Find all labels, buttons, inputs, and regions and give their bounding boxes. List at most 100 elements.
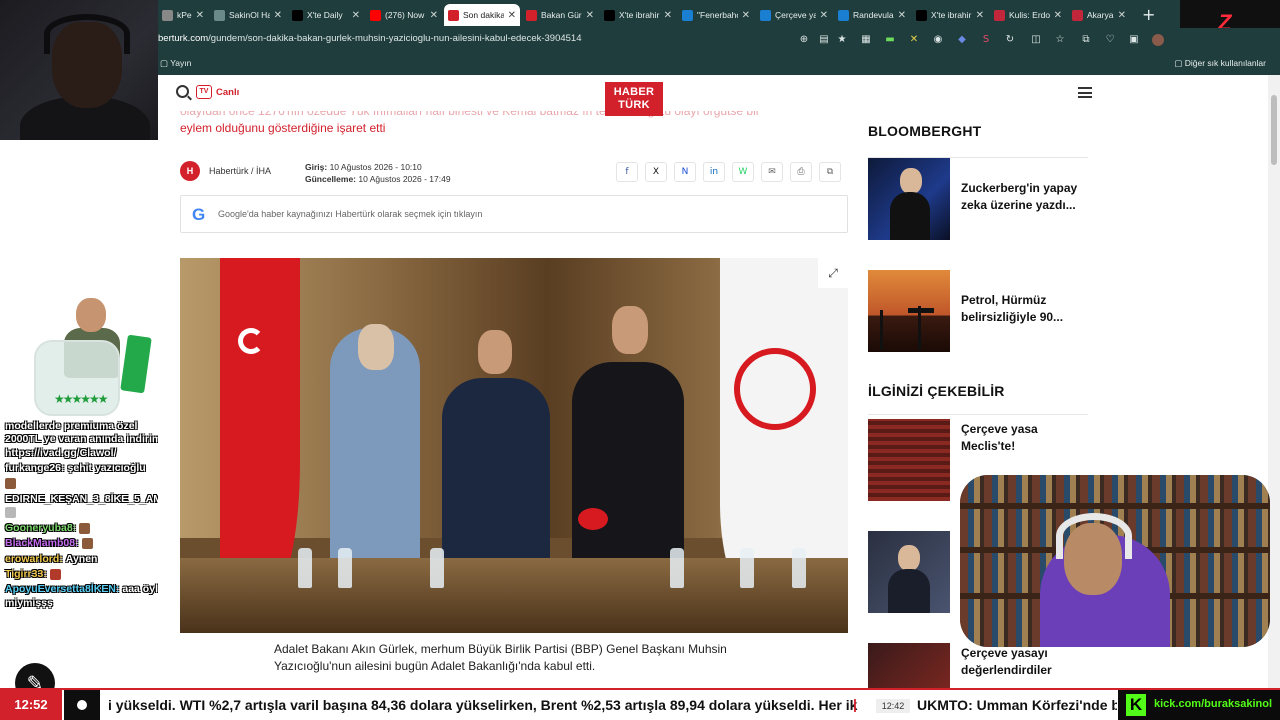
browser-tab-title: X'te ibrahir xyxy=(619,10,660,20)
chat-message: furkange26: şehit yazıcıoğlu xyxy=(5,462,175,475)
browser-tab-title: Son dakika xyxy=(463,10,504,20)
scrollbar-thumb[interactable] xyxy=(1271,95,1277,165)
copy-icon[interactable]: ⧉ xyxy=(819,162,841,182)
browser-tab[interactable]: SakinOl Ha ✕ xyxy=(210,4,286,26)
menu-icon[interactable] xyxy=(1078,87,1092,98)
google-icon: G xyxy=(192,205,206,224)
browser-address-bar[interactable]: berturk.com/gundem/son-dakika-bakan-gurl… xyxy=(158,28,1280,53)
browser-tab[interactable]: "Fenerbahç ✕ xyxy=(678,4,754,26)
close-tab-icon[interactable]: ✕ xyxy=(898,10,906,21)
reader-mode-icon[interactable]: ▤ xyxy=(818,34,830,46)
url-path: /gundem/son-dakika-bakan-gurlek-muhsin-y… xyxy=(208,33,582,44)
article-hero-image: ⤢ xyxy=(180,258,848,633)
extension-icon[interactable]: ▦ xyxy=(860,34,872,46)
live-dot-icon xyxy=(64,690,100,720)
logo-line-2: TÜRK xyxy=(618,99,650,111)
browser-tab[interactable]: Çerçeve ya ✕ xyxy=(756,4,832,26)
chat-text: şehit yazıcıoğlu xyxy=(67,462,146,475)
linkedin-icon[interactable]: in xyxy=(703,162,725,182)
close-tab-icon[interactable]: ✕ xyxy=(196,10,204,21)
close-tab-icon[interactable]: ✕ xyxy=(664,10,672,21)
google-source-text: Google'da haber kaynağınızı Habertürk ol… xyxy=(218,209,483,219)
search-icon[interactable] xyxy=(176,85,189,98)
haberturk-logo[interactable]: HABER TÜRK xyxy=(605,82,663,116)
favorite-star-icon[interactable]: ★ xyxy=(836,34,848,46)
mail-icon[interactable]: ✉ xyxy=(761,162,783,182)
close-tab-icon[interactable]: ✕ xyxy=(430,10,438,21)
tv-live-icon[interactable]: TV xyxy=(196,85,212,99)
section-title-bloomberght: BLOOMBERGHT xyxy=(868,123,982,139)
expand-image-icon[interactable]: ⤢ xyxy=(818,258,848,288)
chat-emote-icon xyxy=(5,478,16,490)
refresh-icon[interactable]: ↻ xyxy=(1004,34,1016,46)
sponsor-mascot-image: ★★★★★★ xyxy=(28,298,152,420)
close-tab-icon[interactable]: ✕ xyxy=(1118,10,1126,21)
google-source-banner[interactable]: G Google'da haber kaynağınızı Habertürk … xyxy=(180,195,848,233)
live-link[interactable]: Canlı xyxy=(216,87,239,98)
close-tab-icon[interactable]: ✕ xyxy=(820,10,828,21)
source-logo: H xyxy=(180,161,200,181)
bookmark-item[interactable]: ▢ Yayın xyxy=(160,58,191,69)
stream-chat: modellerde premiuma özel 2000TL ye varan… xyxy=(5,420,175,612)
article-paragraph: Adalet Bakanı Akın Gürlek, merhum Büyük … xyxy=(274,642,727,673)
close-tab-icon[interactable]: ✕ xyxy=(508,10,516,21)
section-title-related: İLGİNİZİ ÇEKEBİLİR xyxy=(868,383,1005,399)
news-card-title: Petrol, Hürmüz belirsizliğiyle 90... xyxy=(961,293,1064,324)
close-tab-icon[interactable]: ✕ xyxy=(352,10,360,21)
globe-icon xyxy=(214,9,225,21)
facebook-icon[interactable]: f xyxy=(616,162,638,182)
chat-message: ApoyuEversetta8İKEN: aaa öyle miymişşş xyxy=(5,583,175,610)
close-tab-icon[interactable]: ✕ xyxy=(742,10,750,21)
zoom-icon[interactable]: ⊕ xyxy=(798,34,810,46)
article-spot-text: eylem olduğunu gösterdiğine işaret etti xyxy=(180,121,386,135)
b-icon xyxy=(1072,9,1083,21)
print-icon[interactable]: ⎙ xyxy=(790,162,812,182)
chat-message: EDIRNE_KEŞAN_3_8İKE_5_AM: xyxy=(5,493,175,520)
split-screen-icon[interactable]: ◫ xyxy=(1030,34,1042,46)
close-tab-icon[interactable]: ✕ xyxy=(976,10,984,21)
browser-tab[interactable]: X'te Daily ✕ xyxy=(288,4,364,26)
other-favorites[interactable]: ▢ Diğer sık kullanılanlar xyxy=(1174,58,1266,69)
screen: ★★★★★★ modellerde premiuma özel 2000TL y… xyxy=(0,0,1280,720)
browser-tab[interactable]: Kulis: Erdo ✕ xyxy=(990,4,1066,26)
extension-circle-icon[interactable]: ◉ xyxy=(932,34,944,46)
browser-tab[interactable]: Akaryakıta ✕ xyxy=(1068,4,1130,26)
published-label: Giriş: xyxy=(305,162,328,172)
browser-tab-title: "Fenerbahç xyxy=(697,10,738,20)
extension-s-icon[interactable]: S xyxy=(980,34,992,46)
extension-green-icon[interactable]: ▬ xyxy=(884,34,896,46)
chat-username: Gooneryuba8: xyxy=(5,521,77,534)
news-card[interactable]: Çerçeve yasayı değerlendirdiler xyxy=(868,643,1088,688)
n-icon[interactable]: N xyxy=(674,162,696,182)
whatsapp-icon[interactable]: W xyxy=(732,162,754,182)
news-card[interactable]: Zuckerberg'in yapay zeka üzerine yazdı..… xyxy=(868,158,1088,240)
screenshot-icon[interactable]: ▣ xyxy=(1128,34,1140,46)
chat-text: modellerde premiuma özel 2000TL ye varan… xyxy=(5,420,162,459)
close-tab-icon[interactable]: ✕ xyxy=(274,10,282,21)
x-icon xyxy=(604,9,615,21)
collections-icon[interactable]: ⧉ xyxy=(1080,34,1092,46)
profile-avatar[interactable] xyxy=(1152,34,1164,46)
kick-channel-banner: K kick.com/buraksakinol xyxy=(1118,690,1280,720)
browser-tab[interactable]: (276) Now ✕ xyxy=(366,4,442,26)
news-card[interactable]: Petrol, Hürmüz belirsizliğiyle 90... xyxy=(868,270,1088,352)
close-tab-icon[interactable]: ✕ xyxy=(586,10,594,21)
url-field[interactable]: berturk.com/gundem/son-dakika-bakan-gurl… xyxy=(158,33,582,44)
close-tab-icon[interactable]: ✕ xyxy=(1054,10,1062,21)
browser-tab[interactable]: X'te ibrahir ✕ xyxy=(912,4,988,26)
browser-tab[interactable]: X'te ibrahir ✕ xyxy=(600,4,676,26)
browser-tab[interactable]: Bakan Gürl ✕ xyxy=(522,4,598,26)
chat-message xyxy=(5,478,175,491)
x-icon[interactable]: X xyxy=(645,162,667,182)
chat-message: Tigirr33: xyxy=(5,568,175,581)
browser-tab[interactable]: kPeek - ✕ xyxy=(158,4,208,26)
browser-tab[interactable]: Randevula ✕ xyxy=(834,4,910,26)
extension-x-icon[interactable]: ✕ xyxy=(908,34,920,46)
chat-emote-icon xyxy=(79,522,91,534)
extension-translate-icon[interactable]: ◆ xyxy=(956,34,968,46)
heart-icon[interactable]: ♡ xyxy=(1104,34,1116,46)
favorites-icon[interactable]: ☆ xyxy=(1054,34,1066,46)
new-tab-button[interactable]: + xyxy=(1142,5,1155,24)
browser-tab[interactable]: Son dakika ✕ xyxy=(444,4,520,26)
chat-username: Tigirr33: xyxy=(5,568,47,581)
